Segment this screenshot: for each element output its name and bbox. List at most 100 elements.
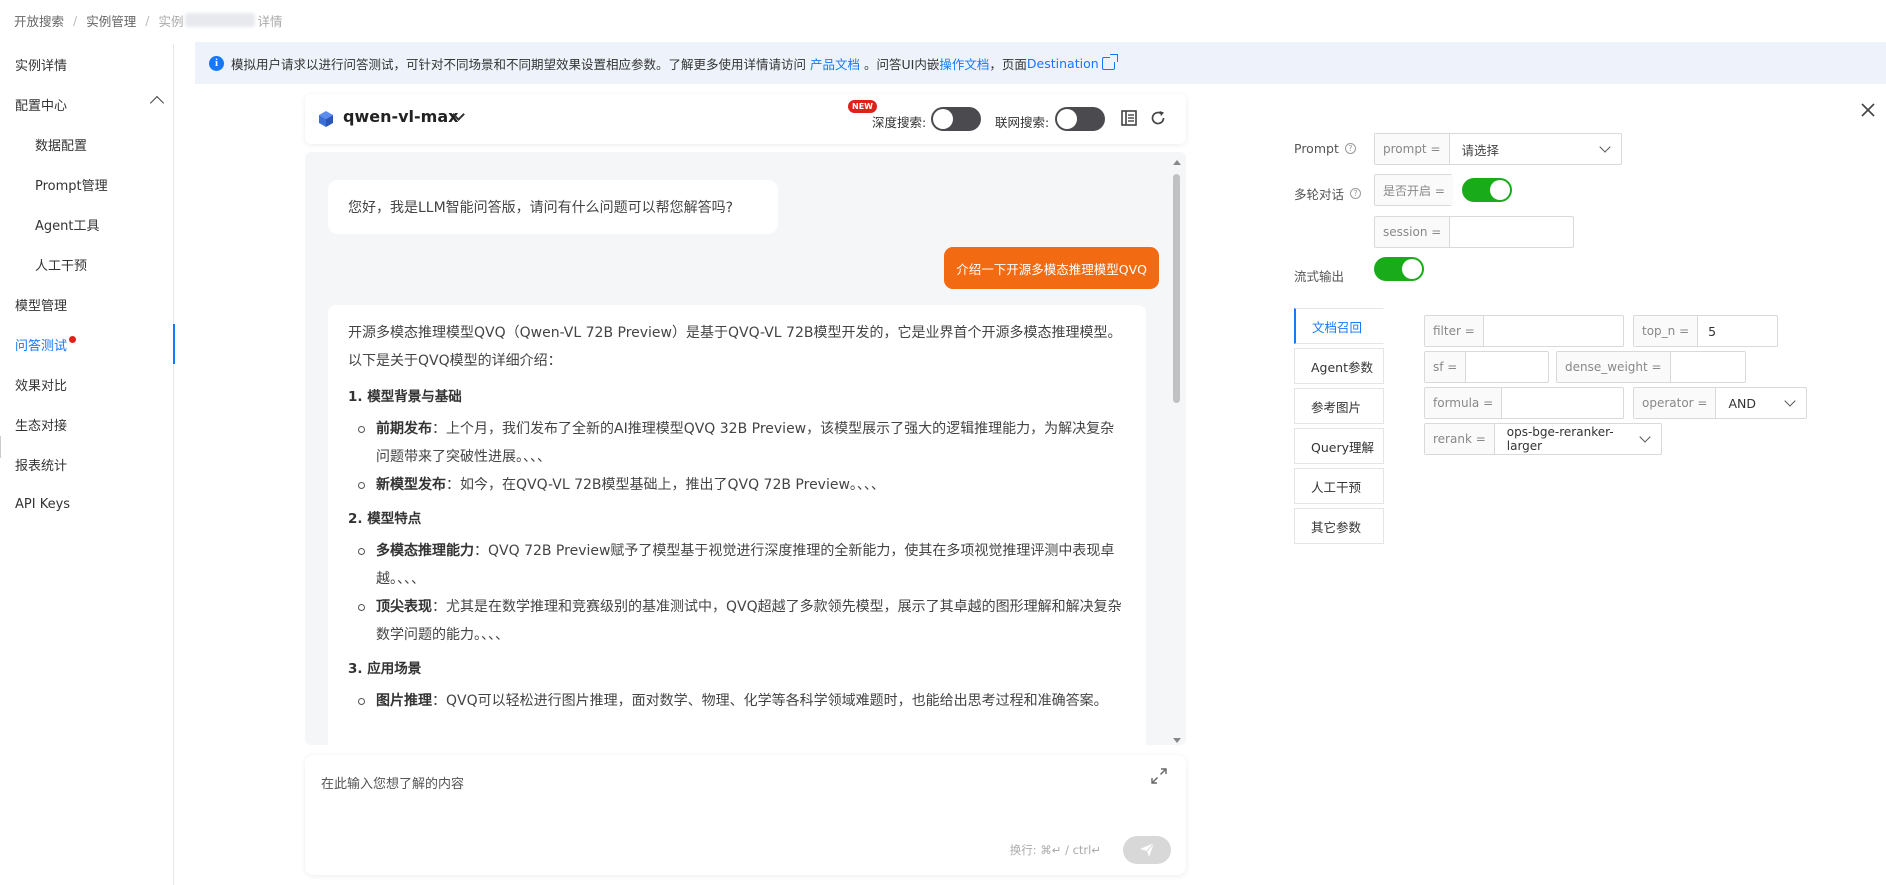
external-link-icon[interactable] [1101,53,1118,70]
tab-reference-images[interactable]: 参考图片 [1294,388,1384,424]
sidebar-item-effect-comparison[interactable]: 效果对比 [0,364,174,404]
expand-icon[interactable] [1150,767,1168,785]
sidebar-item-label: Agent工具 [35,218,100,234]
web-search-toggle[interactable] [1055,107,1105,131]
info-banner: i 模拟用户请求以进行问答测试，可针对不同场景和不同期望效果设置相应参数。了解更… [195,42,1886,84]
breadcrumb-separator: / [73,12,78,28]
operation-docs-link[interactable]: 操作文档 [939,54,989,73]
dense-weight-field[interactable]: dense_weight = [1556,351,1746,383]
session-field[interactable]: session = [1374,216,1574,248]
destination-link[interactable]: Destination [1027,56,1099,71]
operator-value-text: AND [1728,395,1757,411]
answer-list: 图片推理：QVQ可以轻松进行图片推理，面对数学、物理、化学等各科学领域难题时，也… [348,687,1126,715]
answer-term: 新模型发布 [376,477,446,493]
tab-label: Query理解 [1311,439,1374,455]
document-list-icon[interactable] [1120,109,1138,127]
refresh-icon[interactable] [1149,109,1167,127]
scroll-up-arrow-icon[interactable] [1173,160,1181,165]
model-selector[interactable]: qwen-vl-max [343,107,458,126]
newline-hint: 换行: ⌘↵ / ctrl↵ [1009,843,1101,857]
chat-scrollbar[interactable] [1170,160,1184,745]
sidebar-collapse-handle[interactable] [0,436,4,458]
sidebar-item-reports[interactable]: 报表统计 [0,444,174,484]
filter-input[interactable] [1483,316,1623,346]
info-icon: i [209,55,224,71]
rerank-select[interactable]: rerank = ops-bge-reranker-larger [1424,423,1662,455]
answer-list-item: 前期发布：上个月，我们发布了全新的AI推理模型QVQ 32B Preview，该… [348,415,1126,471]
top-n-input[interactable] [1698,316,1777,346]
operator-select[interactable]: operator = AND [1633,387,1807,419]
tab-manual-intervention[interactable]: 人工干预 [1294,468,1384,504]
answer-list: 前期发布：上个月，我们发布了全新的AI推理模型QVQ 32B Preview，该… [348,415,1126,499]
tab-agent-params[interactable]: Agent参数 [1294,348,1384,384]
formula-input[interactable] [1502,388,1623,418]
breadcrumb-details: 详情 [257,13,283,29]
stream-output-label-text: 流式输出 [1294,269,1345,284]
session-input[interactable] [1450,217,1573,247]
sidebar-item-agent-tools[interactable]: Agent工具 [0,204,174,244]
deep-search-toggle[interactable] [931,107,981,131]
breadcrumb-open-search[interactable]: 开放搜索 [14,11,64,30]
answer-section-heading: 1. 模型背景与基础 [348,389,462,405]
sidebar-item-manual-intervention[interactable]: 人工干预 [0,244,174,284]
breadcrumb-instance-management[interactable]: 实例管理 [86,11,136,30]
sidebar-item-ecosystem[interactable]: 生态对接 [0,404,174,444]
sidebar-item-api-keys[interactable]: API Keys [0,484,174,524]
prompt-select[interactable]: prompt = 请选择 [1374,133,1622,165]
chat-messages[interactable]: 您好，我是LLM智能问答版，请问有什么问题可以帮您解答吗? 介绍一下开源多模态推… [305,152,1186,745]
rerank-value-text: ops-bge-reranker-larger [1506,425,1614,453]
help-icon[interactable]: ? [1344,143,1356,154]
notification-dot [69,335,77,343]
formula-field[interactable]: formula = [1424,387,1624,419]
dense-weight-input[interactable] [1670,352,1745,382]
tab-label: Agent参数 [1311,359,1373,375]
top-n-prefix: top_n = [1634,316,1699,346]
sidebar-item-label: 报表统计 [15,458,68,474]
sf-input[interactable] [1466,352,1548,382]
rerank-value: ops-bge-reranker-larger [1495,424,1661,454]
prompt-prefix: prompt = [1375,134,1450,164]
breadcrumb-separator: / [145,12,150,28]
tab-label: 其它参数 [1311,519,1362,535]
breadcrumb-redacted-name [185,13,256,27]
close-icon[interactable] [1860,102,1876,118]
sidebar-item-data-config[interactable]: 数据配置 [0,124,174,164]
product-docs-link[interactable]: 产品文档 [810,54,860,73]
sidebar-item-config-center[interactable]: 配置中心 [0,84,174,124]
toggle-knob [1490,180,1510,200]
send-button[interactable] [1123,836,1171,864]
breadcrumb-instance[interactable]: 实例 [158,11,183,30]
tab-doc-recall[interactable]: 文档召回 [1294,308,1384,344]
sidebar-item-prompt-management[interactable]: Prompt管理 [0,164,174,204]
answer-list-item: 顶尖表现：尤其是在数学推理和竞赛级别的基准测试中，QVQ超越了多款领先模型，展示… [348,593,1126,649]
tab-query-understanding[interactable]: Query理解 [1294,428,1384,464]
help-icon[interactable]: ? [1350,188,1362,199]
scrollbar-thumb[interactable] [1173,174,1180,403]
sidebar-item-label: 生态对接 [15,418,68,434]
sidebar-item-instance-details[interactable]: 实例详情 [0,44,174,84]
prompt-label: Prompt? [1294,141,1356,156]
multi-turn-toggle[interactable] [1462,178,1512,202]
deep-search-label: 深度搜索: [872,115,927,130]
tab-other-params[interactable]: 其它参数 [1294,508,1384,544]
sidebar-item-model-management[interactable]: 模型管理 [0,284,174,324]
chat-header: qwen-vl-max NEW 深度搜索: 联网搜索: [305,94,1186,144]
answer-item-text: ：QVQ 72B Preview赋予了模型基于视觉进行深度推理的全新能力，使其在… [376,543,1115,587]
sidebar-item-label: API Keys [15,496,71,512]
toggle-knob [933,109,953,129]
prompt-value: 请选择 [1450,134,1621,164]
rerank-prefix: rerank = [1425,424,1495,454]
tab-label: 文档召回 [1312,319,1363,335]
sf-field[interactable]: sf = [1424,351,1549,383]
formula-prefix: formula = [1425,388,1503,418]
greeting-text: 您好，我是LLM智能问答版，请问有什么问题可以帮您解答吗? [348,200,734,216]
answer-list: 多模态推理能力：QVQ 72B Preview赋予了模型基于视觉进行深度推理的全… [348,537,1126,649]
sidebar-item-label: Prompt管理 [35,178,108,194]
sidebar-item-qa-test[interactable]: 问答测试 [0,324,175,364]
top-n-field[interactable]: top_n = [1633,315,1778,347]
scroll-down-arrow-icon[interactable] [1173,738,1181,743]
chat-input[interactable] [321,773,1121,833]
chevron-up-icon[interactable] [149,95,165,111]
filter-field[interactable]: filter = [1424,315,1624,347]
stream-output-toggle[interactable] [1374,257,1424,281]
